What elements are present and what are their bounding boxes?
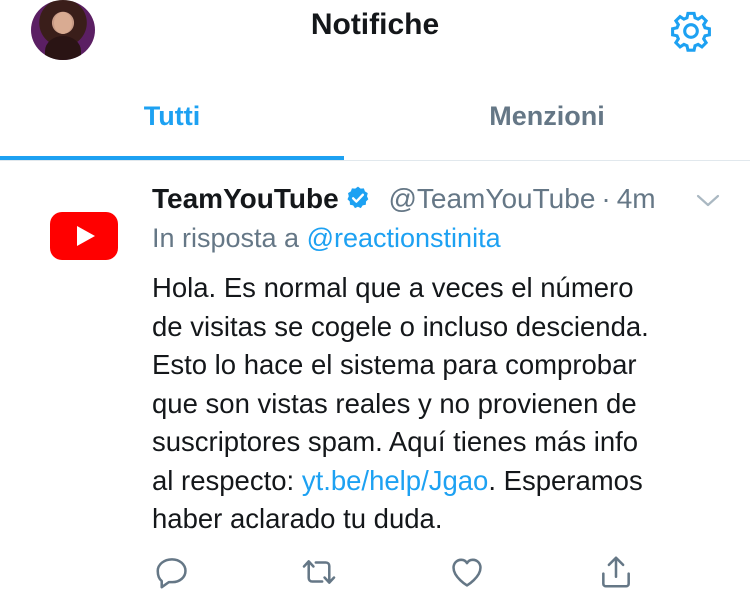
chevron-down-icon[interactable] <box>694 191 722 211</box>
share-icon[interactable] <box>597 553 635 591</box>
tweet[interactable]: TeamYouTube @TeamYouTube · 4m In risposta … <box>0 161 750 606</box>
reply-icon[interactable] <box>153 553 191 591</box>
author-name[interactable]: TeamYouTube <box>152 183 339 214</box>
tab-mentions[interactable]: Menzioni <box>375 84 719 160</box>
help-link[interactable]: yt.be/help/Jgao <box>302 465 489 496</box>
tabs: Tutti Menzioni <box>0 84 750 160</box>
reply-mention-link[interactable]: @reactionstinita <box>307 223 501 253</box>
timestamp: 4m <box>616 183 656 214</box>
gear-icon[interactable] <box>668 8 714 54</box>
header: Notifiche <box>0 0 750 66</box>
retweet-icon[interactable] <box>300 553 338 591</box>
tab-all[interactable]: Tutti <box>0 84 344 160</box>
tweet-text-line: de visitas se cogele o incluso descienda… <box>152 310 649 342</box>
tweet-header: TeamYouTube @TeamYouTube · 4m <box>152 183 656 219</box>
reply-prefix: In risposta a <box>152 223 300 253</box>
verified-badge-icon <box>347 186 368 209</box>
page-title: Notifiche <box>310 8 440 41</box>
tweet-actions <box>0 553 750 593</box>
heart-icon[interactable] <box>448 553 486 591</box>
author-handle[interactable]: @TeamYouTube <box>388 183 595 214</box>
tweet-text-line: haber aclarado tu duda. <box>152 503 443 534</box>
tweet-text-segment: al respecto: <box>152 464 302 496</box>
tweet-text-line: suscriptores spam. Aquí tienes más info <box>152 426 639 457</box>
tweet-text-line: que son vistas reales y no provienen de <box>152 387 637 419</box>
tweet-text-line: al respecto: yt.be/help/Jgao. Esperamos <box>152 462 732 501</box>
tweet-text: Hola. Es normal que a veces el número de… <box>152 269 732 539</box>
reply-context: In risposta a @reactionstinita <box>152 223 501 254</box>
tweet-text-line: Esto lo hace el sistema para comprobar <box>152 349 637 380</box>
youtube-logo-icon[interactable] <box>50 212 118 260</box>
tweet-text-line: Hola. Es normal que a veces el número <box>152 272 634 303</box>
separator-dot: · <box>601 183 611 214</box>
tweet-text-segment: . Esperamos <box>488 464 643 496</box>
